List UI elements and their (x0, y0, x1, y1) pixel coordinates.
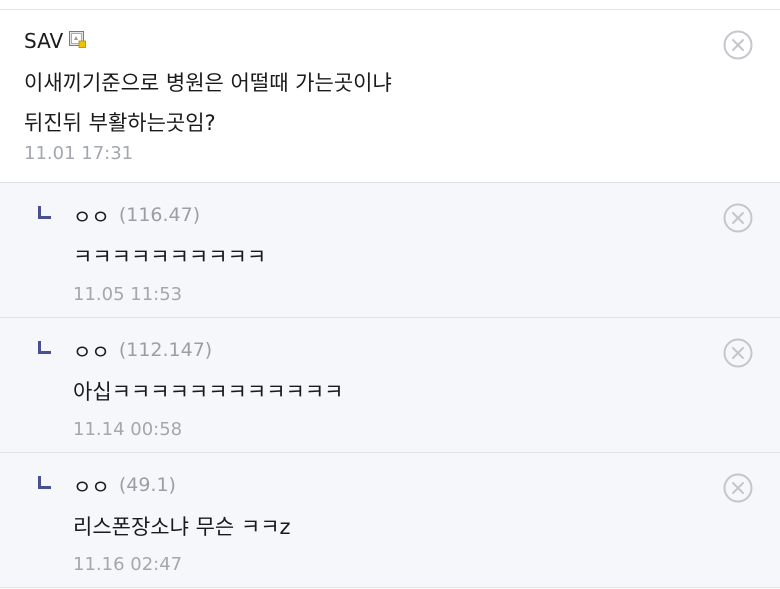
comment-meta: SAV (24, 28, 780, 54)
close-circle-icon (723, 203, 753, 233)
reply-text: ㅋㅋㅋㅋㅋㅋㅋㅋㅋㅋ (73, 245, 267, 269)
delete-reply-button[interactable] (723, 203, 753, 233)
reply-meta: ㅇㅇ (116.47) (38, 201, 780, 230)
close-circle-icon (723, 30, 753, 60)
reply-ip: (116.47) (118, 204, 201, 226)
reply-ip: (112.147) (118, 339, 213, 361)
reply-item: ㅇㅇ (49.1) 리스폰장소냐 무슨 ㅋㅋz 11.16 02:47 (0, 453, 780, 588)
reply-timestamp: 11.16 02:47 (73, 554, 183, 575)
reply-arrow-icon (38, 475, 51, 489)
reply-meta: ㅇㅇ (112.147) (38, 336, 780, 365)
reply-item: ㅇㅇ (112.147) 아십ㅋㅋㅋㅋㅋㅋㅋㅋㅋㅋㅋㅋ 11.14 00:58 (0, 318, 780, 453)
reply-timestamp: 11.14 00:58 (73, 419, 183, 440)
comment-timestamp: 11.01 17:31 (24, 143, 134, 164)
reply-item: ㅇㅇ (116.47) ㅋㅋㅋㅋㅋㅋㅋㅋㅋㅋ 11.05 11:53 (0, 183, 780, 318)
reply-timestamp: 11.05 11:53 (73, 284, 183, 305)
reply-text: 아십ㅋㅋㅋㅋㅋㅋㅋㅋㅋㅋㅋㅋ (73, 380, 344, 404)
comment-author[interactable]: SAV (24, 29, 63, 53)
reply-author[interactable]: ㅇㅇ (73, 201, 110, 230)
comment-text-line: 이새끼기준으로 병원은 어떨때 가는곳이냐 (24, 71, 392, 95)
reply-arrow-icon (38, 340, 51, 354)
reply-ip: (49.1) (118, 474, 176, 496)
reply-text: 리스폰장소냐 무슨 ㅋㅋz (73, 515, 291, 539)
reply-author[interactable]: ㅇㅇ (73, 471, 110, 500)
reply-arrow-icon (38, 205, 51, 219)
delete-reply-button[interactable] (723, 473, 753, 503)
delete-comment-button[interactable] (723, 30, 753, 60)
comment-thread: SAV 이새끼기준으로 병원은 어떨때 가는곳이냐 뒤진뒤 부활하는곳임? 11… (0, 9, 780, 588)
comment-item: SAV 이새끼기준으로 병원은 어떨때 가는곳이냐 뒤진뒤 부활하는곳임? 11… (0, 10, 780, 183)
reply-meta: ㅇㅇ (49.1) (38, 471, 780, 500)
close-circle-icon (723, 473, 753, 503)
reply-author[interactable]: ㅇㅇ (73, 336, 110, 365)
comment-text-line: 뒤진뒤 부활하는곳임? (24, 111, 216, 135)
close-circle-icon (723, 338, 753, 368)
fixed-nick-badge-icon (69, 30, 87, 48)
delete-reply-button[interactable] (723, 338, 753, 368)
